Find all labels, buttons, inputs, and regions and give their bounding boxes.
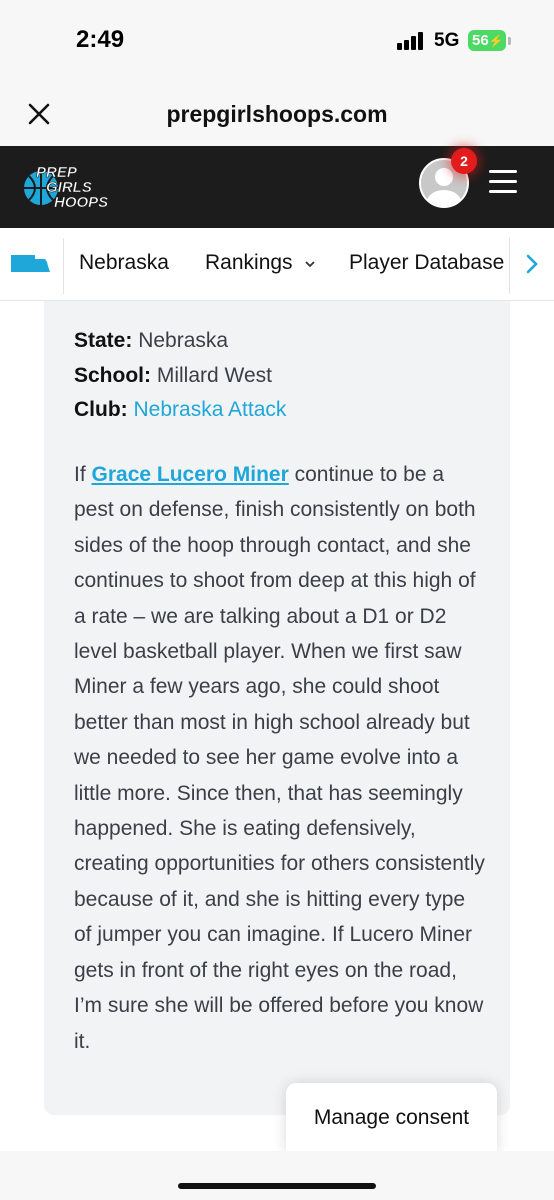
battery-icon: 56⚡	[468, 30, 506, 51]
notification-badge[interactable]: 2	[451, 148, 477, 174]
club-label: Club:	[74, 398, 128, 421]
nav-item-rankings[interactable]: Rankings	[205, 251, 316, 275]
player-name-link[interactable]: Grace Lucero Miner	[92, 463, 289, 486]
state-row: State: Nebraska	[74, 329, 228, 353]
chevron-right-icon[interactable]	[522, 252, 542, 276]
club-link[interactable]: Nebraska Attack	[134, 398, 287, 421]
status-time: 2:49	[76, 26, 125, 53]
url-text[interactable]: prepgirlshoops.com	[0, 101, 554, 128]
state-label: State:	[74, 329, 133, 352]
battery-tip	[508, 37, 511, 45]
nebraska-state-icon[interactable]	[11, 253, 51, 273]
network-label: 5G	[434, 30, 460, 51]
signal-icon	[397, 32, 427, 50]
logo-line-3: HOOPS	[54, 194, 108, 211]
school-value: Millard West	[156, 364, 272, 387]
nav-item-rankings-label: Rankings	[205, 251, 293, 274]
state-value: Nebraska	[138, 329, 229, 352]
article-body: continue to be a pest on defense, finish…	[74, 463, 485, 1053]
manage-consent-button[interactable]: Manage consent	[286, 1083, 497, 1153]
club-row: Club: Nebraska Attack	[74, 398, 286, 422]
site-logo[interactable]: PREP GIRLS HOOPS	[22, 158, 112, 214]
chevron-down-icon	[305, 261, 316, 268]
nav-item-player-database[interactable]: Player Database	[349, 251, 504, 275]
bottom-bar	[0, 1151, 554, 1200]
nav-divider	[509, 238, 510, 294]
hamburger-icon[interactable]	[489, 170, 517, 194]
article-paragraph: If Grace Lucero Miner continue to be a p…	[74, 457, 488, 1059]
school-row: School: Millard West	[74, 364, 272, 388]
article-intro: If	[74, 463, 86, 486]
school-label: School:	[74, 364, 151, 387]
home-indicator[interactable]	[178, 1183, 376, 1189]
battery-level: 56	[472, 32, 489, 49]
nav-divider	[63, 238, 64, 294]
nav-item-nebraska[interactable]: Nebraska	[79, 251, 169, 275]
